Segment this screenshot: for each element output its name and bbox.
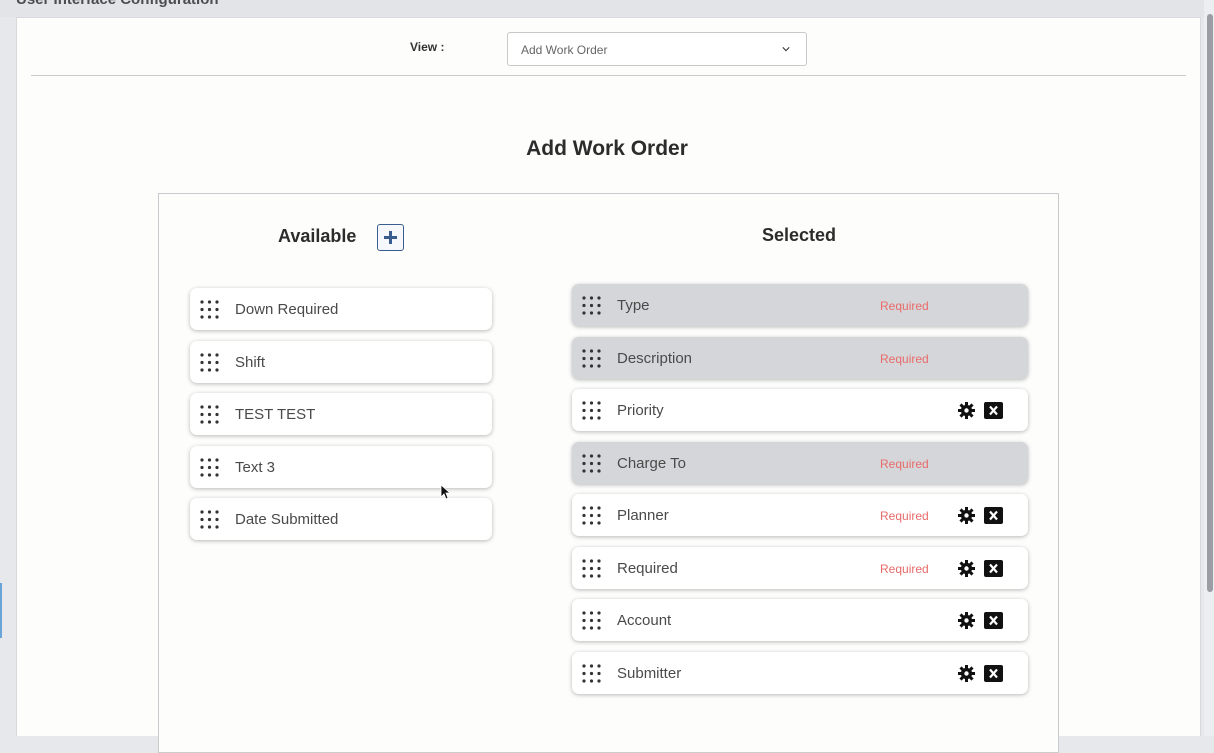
field-label: Account: [617, 612, 672, 629]
left-accent: [0, 583, 2, 638]
page-title: Add Work Order: [526, 137, 688, 160]
selected-field-card[interactable]: Type Required: [572, 284, 1028, 326]
drag-handle-icon[interactable]: [581, 348, 602, 369]
required-badge: Required: [880, 509, 929, 523]
required-badge: Required: [880, 351, 929, 366]
field-label: Submitter: [617, 664, 682, 682]
close-box-icon[interactable]: [984, 402, 1003, 419]
drag-handle-icon[interactable]: [199, 404, 220, 425]
gear-icon[interactable]: [958, 559, 975, 577]
drag-handle-icon[interactable]: [199, 509, 220, 530]
plus-icon: [384, 231, 397, 244]
add-field-button[interactable]: [377, 224, 404, 251]
drag-handle-icon[interactable]: [199, 457, 220, 478]
drag-handle-icon[interactable]: [581, 400, 602, 421]
available-field-card[interactable]: Down Required: [190, 288, 492, 330]
gear-icon[interactable]: [958, 664, 975, 682]
gear-icon[interactable]: [958, 612, 975, 629]
section-header: User Interface Configuration: [0, 0, 1214, 17]
header-divider: [31, 75, 1186, 76]
chevron-down-icon: [782, 47, 790, 52]
available-field-card[interactable]: Text 3: [190, 445, 492, 488]
field-label: Planner: [617, 507, 669, 524]
drag-handle-icon[interactable]: [581, 558, 602, 579]
field-label: Description: [617, 349, 693, 367]
selected-title: Selected: [762, 225, 837, 245]
available-field-card[interactable]: Date Submitted: [190, 498, 492, 540]
drag-handle-icon[interactable]: [581, 453, 602, 474]
close-box-icon[interactable]: [984, 559, 1003, 577]
field-label: Charge To: [617, 454, 686, 472]
selected-field-card[interactable]: Submitter: [572, 651, 1028, 694]
field-label: Down Required: [235, 301, 339, 318]
required-badge: Required: [880, 299, 929, 313]
required-badge: Required: [880, 561, 929, 576]
mouse-cursor-icon: [440, 484, 451, 500]
field-label: Text 3: [235, 458, 276, 476]
selected-field-card[interactable]: Charge To Required: [572, 441, 1028, 484]
field-label: Priority: [617, 402, 664, 419]
available-field-card[interactable]: TEST TEST: [190, 393, 492, 435]
close-box-icon[interactable]: [984, 612, 1003, 629]
field-label: Type: [617, 297, 650, 314]
selected-field-card[interactable]: Planner Required: [572, 494, 1028, 536]
view-select[interactable]: Add Work Order: [507, 32, 807, 66]
close-box-icon[interactable]: [984, 664, 1003, 682]
selected-field-card[interactable]: Required Required: [572, 546, 1028, 589]
field-label: Date Submitted: [235, 511, 339, 528]
selected-field-card[interactable]: Priority: [572, 389, 1028, 431]
selected-field-card[interactable]: Account: [572, 599, 1028, 641]
field-label: Shift: [235, 353, 266, 371]
close-box-icon[interactable]: [984, 507, 1003, 524]
view-label: View :: [410, 40, 445, 54]
available-field-card[interactable]: Shift: [190, 340, 492, 383]
gear-icon[interactable]: [958, 507, 975, 524]
gear-icon[interactable]: [958, 402, 975, 419]
scrollbar-thumb[interactable]: [1207, 14, 1213, 592]
available-title: Available: [278, 226, 357, 246]
drag-handle-icon[interactable]: [199, 352, 220, 373]
section-title: User Interface Configuration: [16, 0, 219, 8]
field-label: Required: [617, 559, 678, 577]
drag-handle-icon[interactable]: [581, 610, 602, 631]
field-label: TEST TEST: [235, 406, 316, 423]
required-badge: Required: [880, 456, 929, 471]
drag-handle-icon[interactable]: [581, 295, 602, 316]
drag-handle-icon[interactable]: [581, 663, 602, 684]
drag-handle-icon[interactable]: [199, 299, 220, 320]
view-select-value: Add Work Order: [521, 43, 608, 57]
selected-field-card[interactable]: Description Required: [572, 336, 1028, 379]
drag-handle-icon[interactable]: [581, 505, 602, 526]
